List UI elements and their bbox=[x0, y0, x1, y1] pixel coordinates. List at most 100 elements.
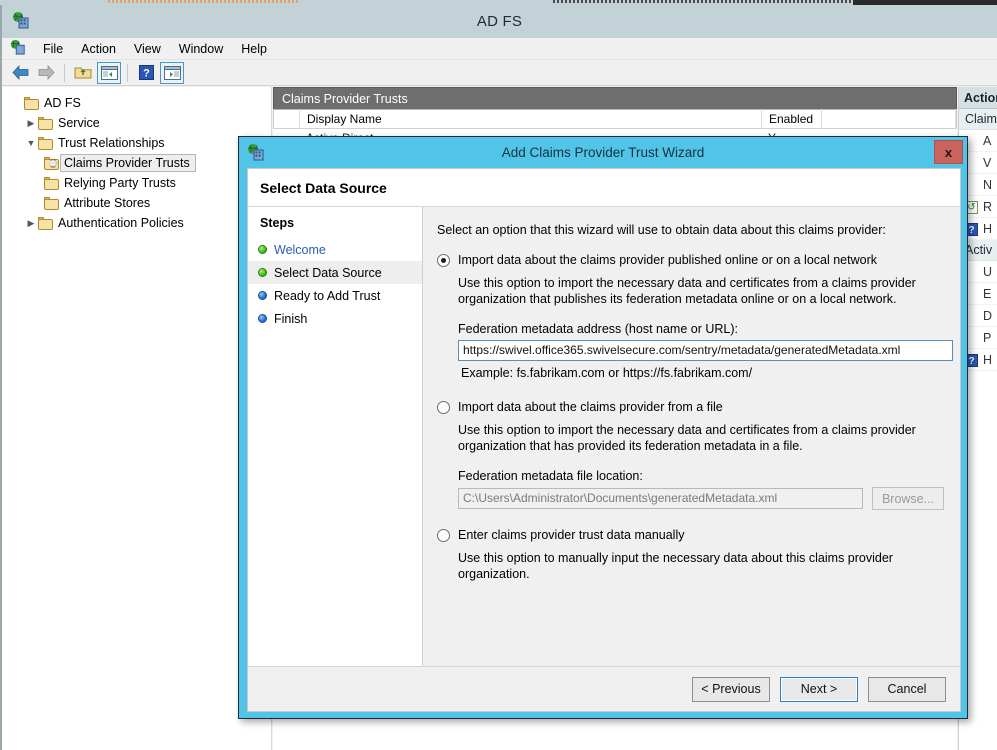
step-select-data-source[interactable]: Select Data Source bbox=[248, 261, 422, 284]
step-finish[interactable]: Finish bbox=[248, 307, 422, 330]
column-header-display-name[interactable]: Display Name bbox=[300, 109, 762, 129]
option-1-description: Use this option to import the necessary … bbox=[458, 275, 944, 307]
folder-icon bbox=[38, 137, 53, 150]
option-3-label: Enter claims provider trust data manuall… bbox=[458, 528, 684, 543]
option-3-description: Use this option to manually input the ne… bbox=[458, 550, 944, 582]
action-label: D bbox=[983, 309, 992, 323]
option-2-row[interactable]: Import data about the claims provider fr… bbox=[437, 400, 944, 415]
adfs-icon bbox=[12, 11, 30, 32]
chevron-right-icon[interactable]: ▶ bbox=[24, 213, 38, 233]
federation-metadata-address-input[interactable]: https://swivel.office365.swivelsecure.co… bbox=[458, 340, 953, 361]
tree-node-claims-provider-trusts[interactable]: ⌚ Claims Provider Trusts bbox=[2, 153, 271, 173]
action-label: A bbox=[983, 134, 991, 148]
radio-import-online[interactable] bbox=[437, 254, 450, 267]
menu-item-file[interactable]: File bbox=[34, 40, 72, 58]
tree-node-relying-party-trusts[interactable]: Relying Party Trusts bbox=[2, 173, 271, 193]
step-label: Ready to Add Trust bbox=[274, 289, 380, 303]
toolbar: ? bbox=[2, 60, 997, 86]
cancel-button[interactable]: Cancel bbox=[868, 677, 946, 702]
tree-node-service[interactable]: ▶ Service bbox=[2, 113, 271, 133]
option-import-online: Import data about the claims provider pu… bbox=[437, 253, 944, 380]
wizard-titlebar: Add Claims Provider Trust Wizard x bbox=[239, 137, 967, 168]
column-header-extra bbox=[822, 109, 956, 129]
action-label: H bbox=[983, 222, 992, 236]
wizard-main: Steps Welcome Select Data Source Ready t… bbox=[248, 207, 960, 666]
federation-metadata-file-input[interactable]: C:\Users\Administrator\Documents\generat… bbox=[458, 488, 863, 509]
wizard-content: Select an option that this wizard will u… bbox=[423, 207, 960, 666]
column-header-spacer bbox=[274, 109, 300, 129]
option-1-label: Import data about the claims provider pu… bbox=[458, 253, 877, 268]
option-import-file: Import data about the claims provider fr… bbox=[437, 400, 944, 510]
tree-node-label: Claims Provider Trusts bbox=[61, 155, 195, 171]
chevron-down-icon[interactable]: ▼ bbox=[24, 133, 38, 153]
window-titlebar: AD FS bbox=[2, 5, 997, 38]
menu-item-window[interactable]: Window bbox=[170, 40, 232, 58]
column-header-enabled[interactable]: Enabled bbox=[762, 109, 822, 129]
tree-node-trust-relationships[interactable]: ▼ Trust Relationships bbox=[2, 133, 271, 153]
wizard-steps-panel: Steps Welcome Select Data Source Ready t… bbox=[248, 207, 423, 666]
action-label: V bbox=[983, 156, 991, 170]
step-ready-to-add-trust[interactable]: Ready to Add Trust bbox=[248, 284, 422, 307]
step-status-icon bbox=[258, 245, 267, 254]
option-3-row[interactable]: Enter claims provider trust data manuall… bbox=[437, 528, 944, 543]
tree-node-authentication-policies[interactable]: ▶ Authentication Policies bbox=[2, 213, 271, 233]
window-title: AD FS bbox=[477, 13, 522, 30]
folder-icon bbox=[44, 177, 59, 190]
option-1-row[interactable]: Import data about the claims provider pu… bbox=[437, 253, 944, 268]
federation-metadata-address-label: Federation metadata address (host name o… bbox=[458, 322, 944, 336]
toolbar-separator-2 bbox=[127, 64, 128, 82]
step-label: Finish bbox=[274, 312, 307, 326]
step-welcome[interactable]: Welcome bbox=[248, 238, 422, 261]
radio-import-file[interactable] bbox=[437, 401, 450, 414]
action-label: P bbox=[983, 331, 991, 345]
option-2-label: Import data about the claims provider fr… bbox=[458, 400, 723, 415]
action-label: E bbox=[983, 287, 991, 301]
forward-icon bbox=[34, 62, 58, 84]
browse-button[interactable]: Browse... bbox=[872, 487, 944, 510]
menu-item-help[interactable]: Help bbox=[232, 40, 276, 58]
menu-item-action[interactable]: Action bbox=[72, 40, 125, 58]
tree-node-adfs[interactable]: ▶ AD FS bbox=[2, 93, 271, 113]
option-manual-entry: Enter claims provider trust data manuall… bbox=[437, 528, 944, 582]
chevron-right-icon[interactable]: ▶ bbox=[24, 113, 38, 133]
wizard-title: Add Claims Provider Trust Wizard bbox=[502, 145, 705, 160]
adfs-menu-icon bbox=[10, 39, 26, 58]
background-ruler-right bbox=[553, 0, 853, 3]
show-tree-pane-icon[interactable] bbox=[97, 62, 121, 84]
wizard-page-heading: Select Data Source bbox=[248, 169, 960, 207]
federation-metadata-file-label: Federation metadata file location: bbox=[458, 469, 944, 483]
steps-title: Steps bbox=[248, 216, 422, 238]
option-2-description: Use this option to import the necessary … bbox=[458, 422, 944, 454]
console-tree[interactable]: ▶ AD FS ▶ Service ▼ Trust Relationships … bbox=[2, 87, 272, 750]
close-icon[interactable]: x bbox=[934, 140, 963, 164]
adfs-icon bbox=[247, 143, 265, 164]
tree-node-label: Service bbox=[58, 116, 100, 130]
menu-bar[interactable]: File Action View Window Help bbox=[2, 38, 997, 60]
federation-metadata-address-example: Example: fs.fabrikam.com or https://fs.f… bbox=[461, 366, 944, 380]
tree-node-label: AD FS bbox=[44, 96, 81, 110]
step-status-icon bbox=[258, 268, 267, 277]
radio-enter-manually[interactable] bbox=[437, 529, 450, 542]
chevron-right-icon: ▶ bbox=[10, 93, 24, 113]
actions-group-claims: Claim bbox=[959, 109, 997, 130]
folder-icon bbox=[38, 117, 53, 130]
list-column-headers[interactable]: Display Name Enabled bbox=[273, 109, 957, 129]
wizard-intro-text: Select an option that this wizard will u… bbox=[437, 223, 944, 237]
folder-icon bbox=[24, 97, 39, 110]
folder-icon: ⌚ bbox=[44, 157, 59, 170]
previous-button[interactable]: < Previous bbox=[692, 677, 770, 702]
folder-icon bbox=[38, 217, 53, 230]
step-status-icon bbox=[258, 291, 267, 300]
up-folder-icon[interactable] bbox=[71, 62, 95, 84]
next-button[interactable]: Next > bbox=[780, 677, 858, 702]
tree-node-label: Authentication Policies bbox=[58, 216, 184, 230]
tree-node-label: Attribute Stores bbox=[64, 196, 150, 210]
toolbar-separator bbox=[64, 64, 65, 82]
tree-node-attribute-stores[interactable]: Attribute Stores bbox=[2, 193, 271, 213]
show-action-pane-icon[interactable] bbox=[160, 62, 184, 84]
back-icon[interactable] bbox=[8, 62, 32, 84]
step-status-icon bbox=[258, 314, 267, 323]
help-icon[interactable]: ? bbox=[134, 62, 158, 84]
action-label: R bbox=[983, 200, 992, 214]
menu-item-view[interactable]: View bbox=[125, 40, 170, 58]
